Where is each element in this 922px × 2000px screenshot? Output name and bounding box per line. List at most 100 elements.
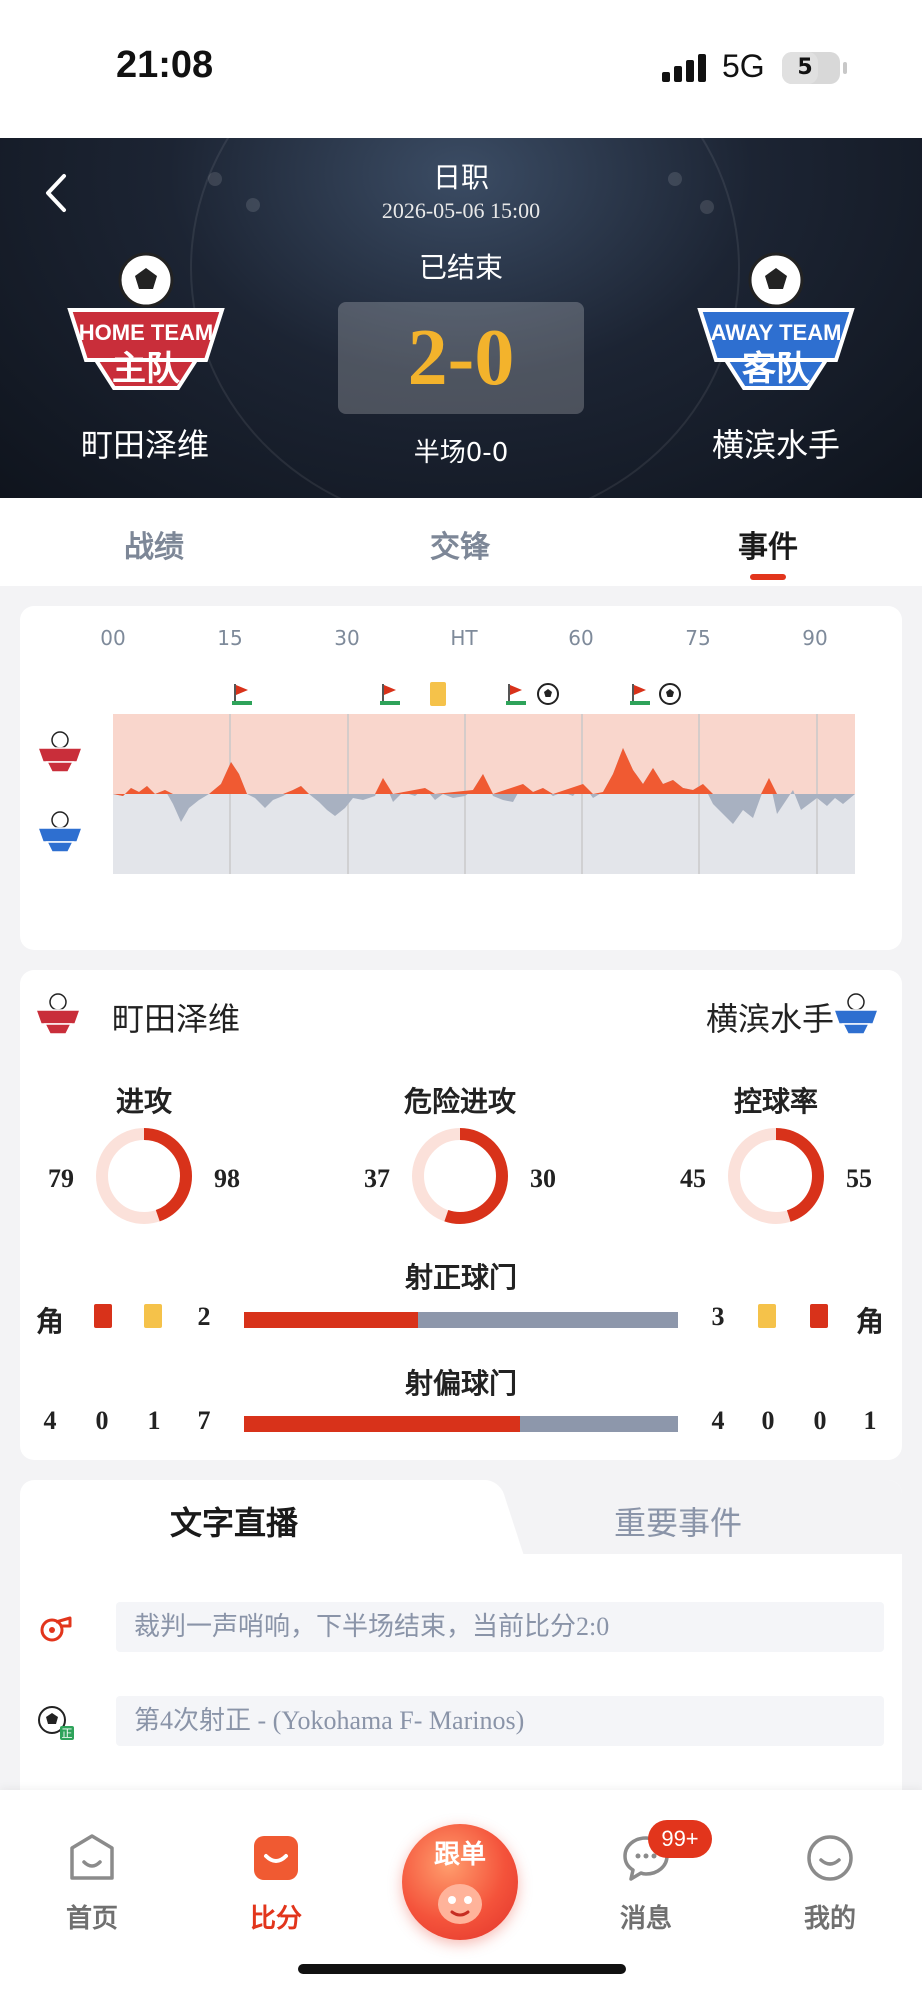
svg-text:正: 正: [62, 1727, 73, 1740]
tab-events[interactable]: 事件: [668, 522, 868, 566]
corner-flag-icon: [380, 684, 400, 705]
shots-on-target-away: 3: [711, 1302, 725, 1331]
nav-home[interactable]: 首页: [22, 1790, 162, 1950]
momentum-chart: [113, 714, 855, 874]
live-card: 文字直播 重要事件 裁判一声哨响，下半场结束，当前比分2:0 正 第4次射正 -…: [20, 1480, 902, 1810]
dangerous-attack-donut: [412, 1128, 508, 1224]
whistle-icon: [40, 1616, 72, 1642]
signal-icon: [662, 52, 708, 82]
yellow-card-icon: [430, 682, 446, 706]
home-indicator: [298, 1964, 626, 1974]
status-time: 21:08: [116, 44, 214, 86]
corner-icon-home: 角: [35, 1305, 64, 1338]
home-team-logo[interactable]: HOME TEAM 主队: [56, 248, 236, 398]
home-icon: [70, 1834, 114, 1880]
goal-ball-icon: [537, 683, 559, 705]
match-datetime: 2026-05-06 15:00: [381, 198, 541, 223]
shots-off-target-title: 射偏球门: [404, 1367, 517, 1400]
match-header: 日职 2026-05-06 15:00 已结束 2-0 半场0-0 HOME T…: [0, 138, 922, 498]
tick-label: 60: [568, 626, 594, 650]
possession-away: 55: [846, 1164, 872, 1193]
away-logo-label: AWAY TEAM: [711, 320, 842, 345]
stats-home-team-name: 町田泽维: [112, 1000, 241, 1038]
league-name: 日职: [432, 161, 489, 194]
stats-card: 町田泽维 横滨水手 进攻 79 98 危险进攻 37 30 控球率 45 55 …: [20, 970, 902, 1460]
away-corners: 1: [863, 1406, 877, 1435]
possession-home: 45: [680, 1164, 706, 1193]
score: 2-0: [338, 302, 584, 414]
away-team-name[interactable]: 横滨水手: [626, 420, 922, 466]
tab-live-text[interactable]: 文字直播: [170, 1498, 298, 1544]
shots-off-target-home: 7: [197, 1406, 211, 1435]
home-team-name[interactable]: 町田泽维: [0, 420, 295, 466]
tab-indicator: [750, 574, 786, 580]
away-red-cards: 0: [813, 1406, 827, 1435]
match-tabs: 战绩 交锋 事件: [0, 498, 922, 586]
live-item: 裁判一声哨响，下半场结束，当前比分2:0: [116, 1602, 884, 1652]
tick-label: 90: [802, 626, 828, 650]
nav-messages[interactable]: 消息: [576, 1790, 716, 1950]
shots-off-target-away: 4: [711, 1406, 725, 1435]
yellow-card-icon: [144, 1304, 162, 1328]
battery-icon: 5: [782, 52, 840, 84]
dangerous-attack-away: 30: [530, 1164, 556, 1193]
tab-key-events[interactable]: 重要事件: [614, 1498, 742, 1544]
message-badge: 99+: [648, 1820, 712, 1858]
away-yellow-cards: 0: [761, 1406, 775, 1435]
status-bar: 21:08 5G 5: [0, 0, 922, 138]
shots-on-target-home: 2: [197, 1302, 211, 1331]
profile-icon: [807, 1835, 853, 1881]
home-corners: 4: [43, 1406, 57, 1435]
possession-title: 控球率: [733, 1085, 818, 1118]
corner-flag-icon: [630, 684, 650, 705]
home-team-mini-logo: [36, 731, 84, 773]
momentum-card: 00 15 30 HT 60 75 90: [20, 606, 902, 950]
red-card-icon: [94, 1304, 112, 1328]
shots-on-target-bar: [244, 1312, 678, 1328]
home-logo-cn: 主队: [112, 349, 181, 389]
battery-level: 5: [797, 55, 813, 80]
possession-donut: [728, 1128, 824, 1224]
attack-home: 79: [48, 1164, 74, 1193]
away-team-logo[interactable]: AWAY TEAM 客队: [686, 248, 866, 398]
tab-record[interactable]: 战绩: [54, 522, 254, 566]
dangerous-attack-home: 37: [364, 1164, 390, 1193]
tick-label: 30: [334, 626, 360, 650]
stats-away-team-name: 横滨水手: [705, 1000, 834, 1038]
follow-button[interactable]: 跟单: [402, 1824, 518, 1940]
nav-profile-label: 我的: [803, 1904, 856, 1934]
tick-label: 00: [100, 626, 126, 650]
shots-on-target-title: 射正球门: [404, 1261, 517, 1294]
follow-label: 跟单: [433, 1840, 486, 1870]
network-label: 5G: [722, 48, 765, 84]
home-team-mini-logo: [34, 993, 82, 1035]
attack-away: 98: [214, 1164, 240, 1193]
nav-scores-label: 比分: [249, 1904, 302, 1934]
nav-messages-label: 消息: [619, 1904, 672, 1934]
shots-off-target-home-fill: [244, 1416, 521, 1432]
tick-label: HT: [450, 626, 478, 650]
home-logo-label: HOME TEAM: [79, 320, 213, 345]
away-logo-cn: 客队: [742, 349, 811, 389]
tab-head-to-head[interactable]: 交锋: [360, 522, 560, 566]
home-yellow-cards: 1: [147, 1406, 161, 1435]
attack-title: 进攻: [115, 1085, 172, 1118]
shots-off-target-bar: [244, 1416, 678, 1432]
tick-label: 75: [685, 626, 711, 650]
attack-donut: [96, 1128, 192, 1224]
nav-scores[interactable]: 比分: [206, 1790, 346, 1950]
live-item: 第4次射正 - (Yokohama F- Marinos): [116, 1696, 884, 1746]
yellow-card-icon: [758, 1304, 776, 1328]
corner-icon-away: 角: [855, 1305, 884, 1338]
away-team-mini-logo: [36, 811, 84, 853]
red-card-icon: [810, 1304, 828, 1328]
dangerous-attack-title: 危险进攻: [403, 1085, 516, 1118]
scores-icon: [254, 1836, 298, 1880]
tick-label: 15: [217, 626, 243, 650]
nav-profile[interactable]: 我的: [760, 1790, 900, 1950]
nav-home-label: 首页: [65, 1904, 118, 1934]
home-red-cards: 0: [95, 1406, 109, 1435]
corner-flag-icon: [232, 684, 252, 705]
goal-ball-icon: [659, 683, 681, 705]
shots-on-target-home-fill: [244, 1312, 418, 1328]
